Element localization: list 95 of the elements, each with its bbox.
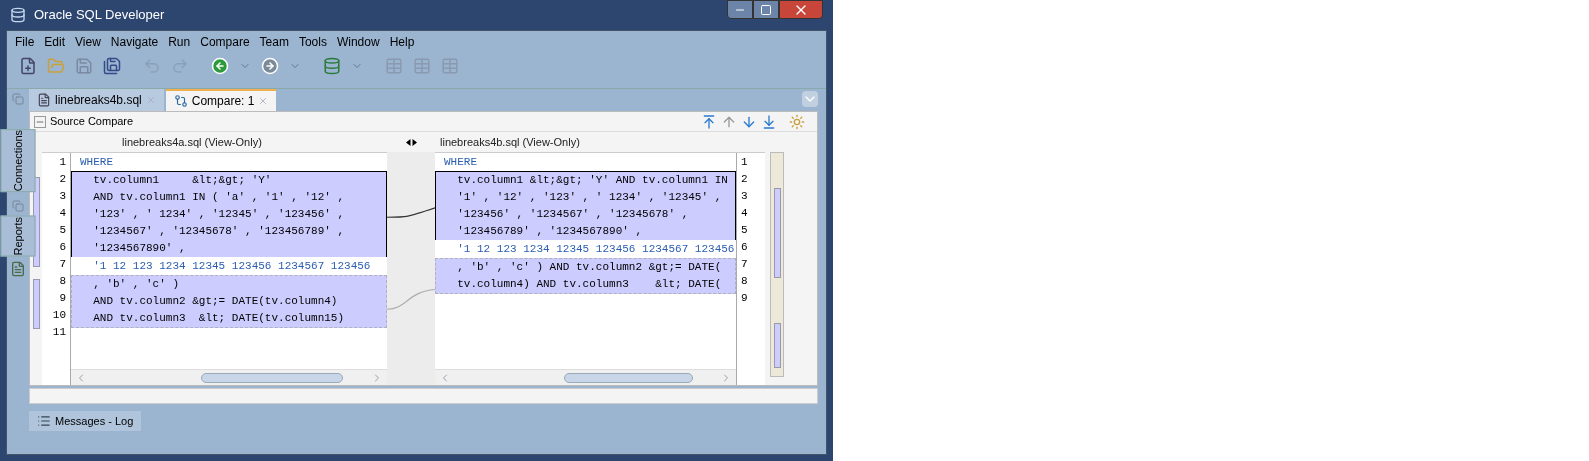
window-title: Oracle SQL Developer xyxy=(34,6,165,25)
menu-item[interactable]: Team xyxy=(259,33,289,51)
maximize-icon xyxy=(760,3,772,16)
code-line: WHERE xyxy=(443,155,478,170)
app-icon xyxy=(10,7,26,23)
overview-marker xyxy=(32,279,40,329)
save-all-icon[interactable] xyxy=(103,57,121,75)
line-number: 6 xyxy=(58,240,66,255)
sync-arrows-icon[interactable] xyxy=(405,138,417,146)
diff-block[interactable]: , 'b' , 'c' ) AND tv.column2 &gt;= DATE(tv.column4) AND tv.column3 &lt; DATE(tv.column15) xyxy=(71,275,387,328)
scroll-thumb[interactable] xyxy=(563,372,694,383)
code-line: '1234567' , '12345678' , '123456789' , xyxy=(92,224,346,239)
menu-item[interactable]: Compare xyxy=(200,33,250,51)
line-number: 2 xyxy=(741,172,749,187)
close-icon[interactable] xyxy=(258,96,269,106)
side-tab[interactable]: Reports xyxy=(0,216,36,257)
line-number: 4 xyxy=(741,206,749,221)
save-icon[interactable] xyxy=(75,57,93,75)
line-number: 9 xyxy=(58,291,66,306)
code-line: '1 12 123 1234 12345 123456 1234567 123456 xyxy=(92,259,372,274)
pane-header: linebreaks4a.sql (View-Only) xyxy=(122,134,262,150)
line-number: 3 xyxy=(741,189,749,204)
line-number: 7 xyxy=(741,257,749,272)
menu-item[interactable]: Tools xyxy=(298,33,327,51)
code-line: '1234567890' , xyxy=(92,241,187,256)
menu-item[interactable]: Run xyxy=(168,33,191,51)
folder-icon[interactable] xyxy=(47,57,65,75)
line-number: 8 xyxy=(58,274,66,289)
editor-tab[interactable]: linebreaks4b.sql xyxy=(29,89,164,111)
line-number: 1 xyxy=(58,155,66,170)
close-button[interactable] xyxy=(779,0,823,19)
editor-tab[interactable]: Compare: 1 xyxy=(165,89,277,111)
side-tab[interactable]: Connections xyxy=(0,129,36,193)
line-number: 7 xyxy=(58,257,66,272)
log-icon xyxy=(37,414,51,428)
code-line: AND tv.column3 &lt; DATE(tv.column15) xyxy=(92,311,346,326)
windows-icon[interactable] xyxy=(12,200,24,213)
code-line: , 'b' , 'c' ) xyxy=(92,277,181,292)
line-number: 3 xyxy=(58,189,66,204)
code-line: tv.column1 &lt;&gt; 'Y' xyxy=(92,173,273,188)
line-number: 8 xyxy=(741,274,749,289)
file-icon xyxy=(37,93,51,107)
menu-item[interactable]: Window xyxy=(336,33,380,51)
code-line: '1' , '12' , '123' , ' 1234' , '12345' , xyxy=(456,190,723,205)
code-line: tv.column4) AND tv.column3 &lt; DATE( xyxy=(456,277,723,292)
menu-item[interactable]: Navigate xyxy=(110,33,159,51)
panel-title: Source Compare xyxy=(50,114,134,130)
windows-icon[interactable] xyxy=(12,93,24,105)
log-tab[interactable]: Messages - Log xyxy=(29,411,142,431)
scroll-thumb[interactable] xyxy=(200,372,343,383)
code-line: AND tv.column2 &gt;= DATE(tv.column4) xyxy=(92,294,339,309)
code-line: '123456789' , '1234567890' , xyxy=(456,224,644,239)
line-number: 4 xyxy=(58,206,66,221)
forward-icon[interactable] xyxy=(261,57,279,75)
line-number: 9 xyxy=(741,291,749,306)
table-icon[interactable] xyxy=(385,57,403,75)
menu-item[interactable]: Edit xyxy=(44,33,66,51)
table-icon[interactable] xyxy=(413,57,431,75)
table-icon[interactable] xyxy=(441,57,459,75)
database-icon[interactable] xyxy=(323,57,341,75)
close-icon[interactable] xyxy=(145,95,156,105)
minimize-button[interactable] xyxy=(727,0,753,19)
code-line: WHERE xyxy=(79,155,114,170)
tab-list-icon[interactable] xyxy=(802,91,818,107)
code-line: AND tv.column1 IN ( 'a' , '1' , '12' , xyxy=(92,190,346,205)
back-icon[interactable] xyxy=(211,57,229,75)
line-number: 11 xyxy=(51,325,66,340)
diff-block[interactable]: , 'b' , 'c' ) AND tv.column2 &gt;= DATE( tv.column4) AND tv.column3 &lt; DATE( xyxy=(435,258,736,294)
diff-block[interactable]: tv.column1 &lt;&gt; 'Y' AND tv.column1 IN ( 'a' , '1' , '12' , '123' , ' 1234' , '12345' , '123456' , '1234567' , '12345678' , '123456789' , '1234567890' , xyxy=(71,171,387,258)
menu-item[interactable]: File xyxy=(15,33,35,51)
code-line: '123456' , '1234567' , '12345678' , xyxy=(456,207,690,222)
horizontal-scrollbar[interactable] xyxy=(435,369,736,385)
compare-icon xyxy=(173,94,188,108)
maximize-button[interactable] xyxy=(753,0,779,19)
diff-block[interactable]: tv.column1 &lt;&gt; 'Y' AND tv.column1 IN '1' , '12' , '123' , ' 1234' , '12345' , '123456' , '1234567' , '12345678' , '123456789' , '1234567890' , xyxy=(435,171,736,241)
line-number: 5 xyxy=(741,223,749,238)
line-number: 2 xyxy=(58,172,66,187)
horizontal-scrollbar[interactable] xyxy=(71,369,387,385)
code-line: '123' , ' 1234' , '12345' , '123456' , xyxy=(92,207,346,222)
code-line: tv.column1 &lt;&gt; 'Y' AND tv.column1 IN xyxy=(456,173,729,188)
code-line: , 'b' , 'c' ) AND tv.column2 &gt;= DATE( xyxy=(456,260,723,275)
line-number: 1 xyxy=(741,155,749,170)
first-diff-icon[interactable] xyxy=(701,113,717,130)
line-number: 10 xyxy=(51,308,66,323)
code-line: '1 12 123 1234 12345 123456 1234567 123456 xyxy=(456,242,735,257)
last-diff-icon[interactable] xyxy=(761,113,777,130)
settings-icon[interactable] xyxy=(789,113,805,130)
new-file-icon[interactable] xyxy=(19,57,37,75)
reports-icon[interactable] xyxy=(10,260,26,277)
line-number: 5 xyxy=(58,223,66,238)
pane-header: linebreaks4b.sql (View-Only) xyxy=(440,134,580,150)
line-number: 6 xyxy=(741,240,749,255)
menu-item[interactable]: View xyxy=(75,33,101,51)
menu-item[interactable]: Help xyxy=(389,33,415,51)
collapse-icon[interactable] xyxy=(34,115,46,128)
